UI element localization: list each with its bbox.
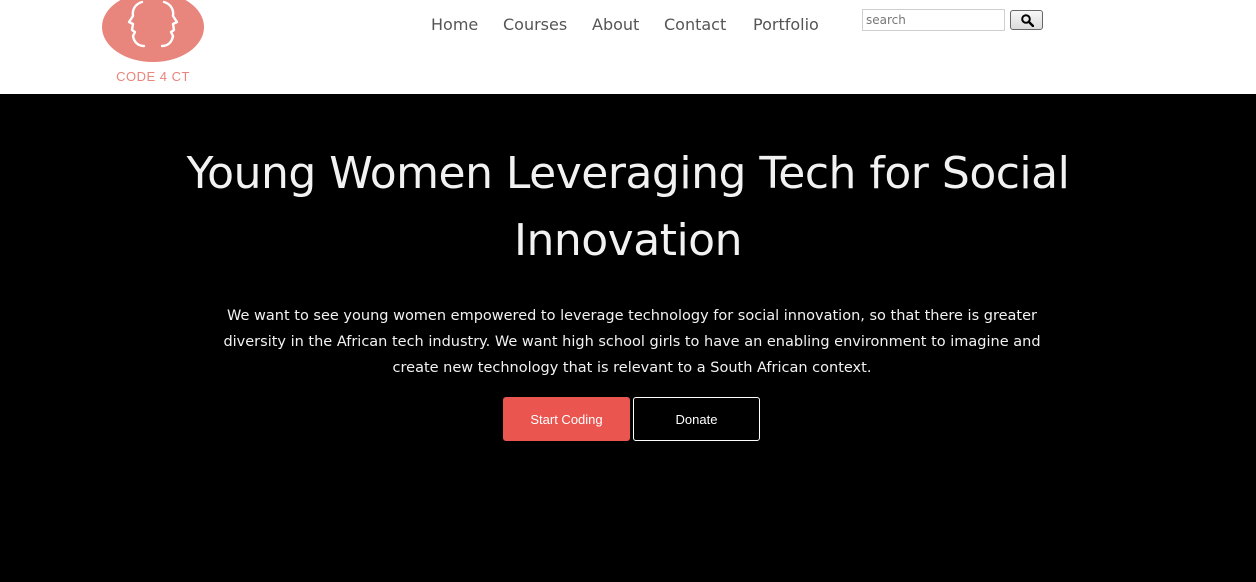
logo-text: CODE 4 CT	[116, 69, 190, 84]
nav-contact[interactable]: Contact	[664, 15, 726, 34]
search-button[interactable]	[1010, 10, 1043, 30]
hero-description-line2: diversity in the African tech industry. …	[223, 334, 1041, 350]
nav-courses[interactable]: Courses	[503, 15, 567, 34]
logo[interactable]: CODE 4 CT	[102, 0, 204, 90]
hero-title-line1: Young Women Leveraging Tech for Social	[186, 148, 1070, 199]
face-profiles-logo-icon	[102, 0, 204, 62]
search-input[interactable]	[862, 9, 1005, 31]
hero-section: Young Women Leveraging Tech for Social I…	[0, 94, 1256, 582]
site-header: CODE 4 CT Home Courses About Contact Por…	[0, 0, 1256, 94]
start-coding-button[interactable]: Start Coding	[503, 397, 630, 441]
hero-description: We want to see young women empowered to …	[200, 303, 1064, 381]
hero-title-line2: Innovation	[514, 215, 742, 266]
hero-description-line3: create new technology that is relevant t…	[392, 360, 872, 376]
hero-title: Young Women Leveraging Tech for Social I…	[128, 140, 1128, 274]
nav-about[interactable]: About	[592, 15, 639, 34]
nav-portfolio[interactable]: Portfolio	[753, 15, 819, 34]
donate-button[interactable]: Donate	[633, 397, 760, 441]
nav-home[interactable]: Home	[431, 15, 478, 34]
hero-description-line1: We want to see young women empowered to …	[227, 308, 1037, 324]
search-icon	[1021, 14, 1034, 27]
